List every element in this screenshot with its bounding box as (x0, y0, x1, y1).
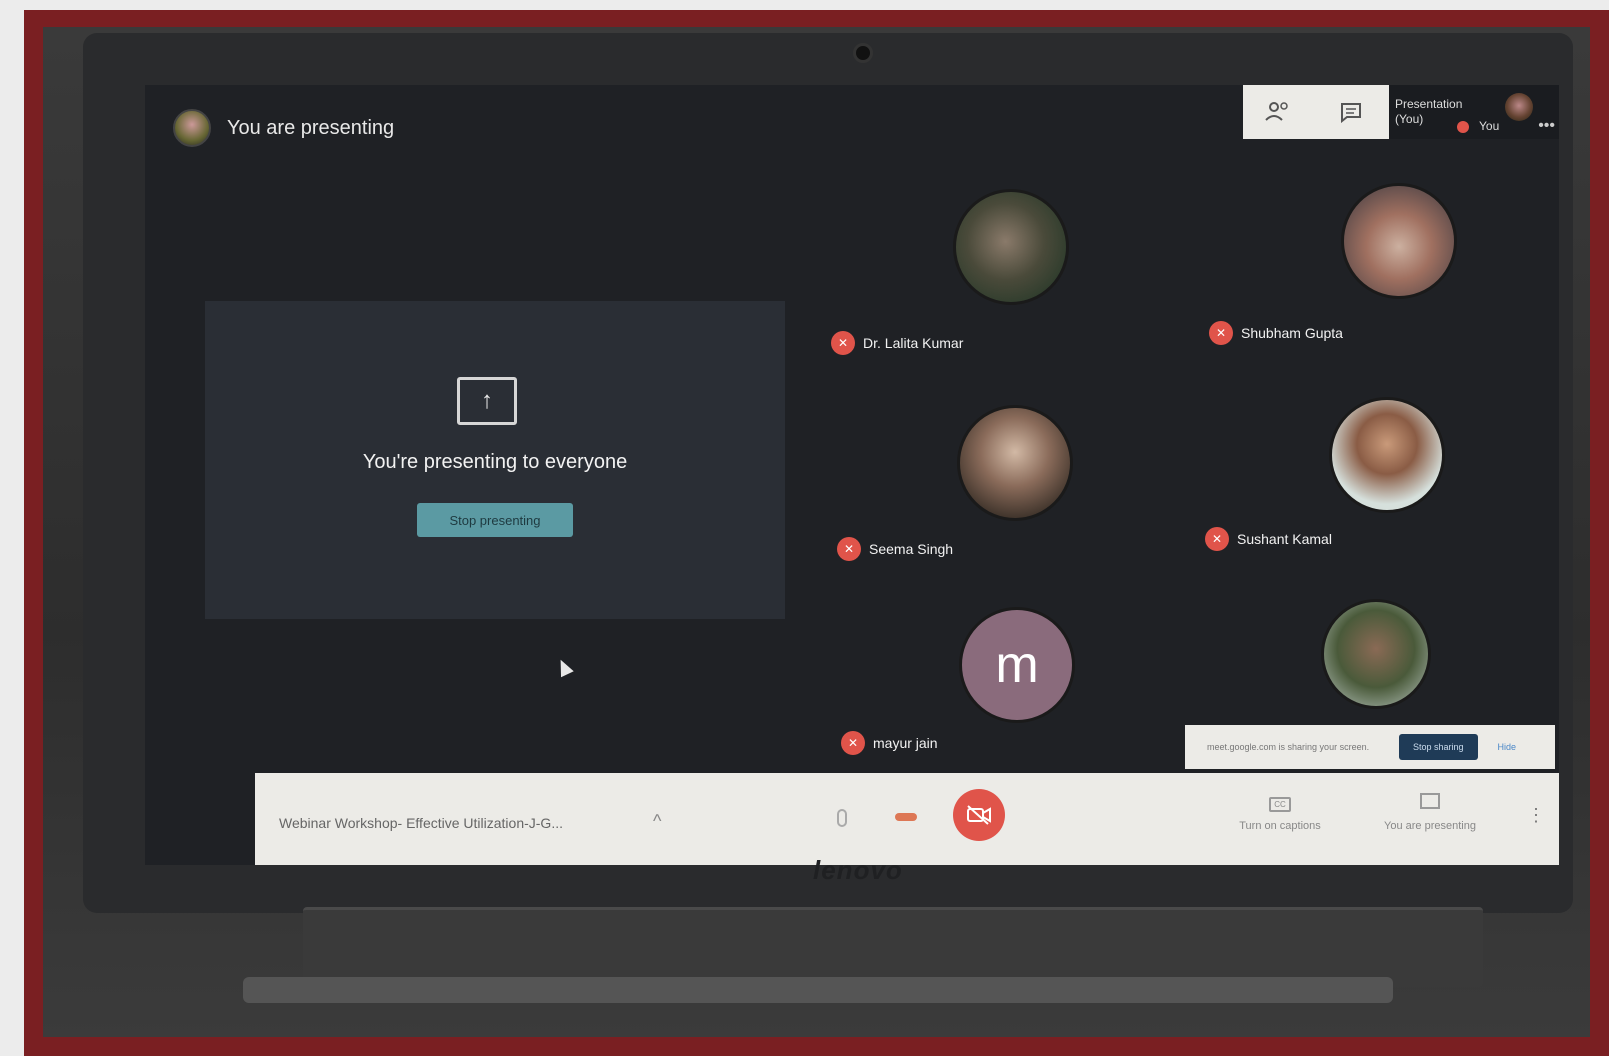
stop-sharing-button[interactable]: Stop sharing (1399, 734, 1478, 760)
avatar (1321, 599, 1431, 709)
avatar (1505, 93, 1533, 121)
present-now-button[interactable]: You are presenting (1365, 793, 1495, 832)
mute-icon (1457, 121, 1469, 133)
photo-frame: You are presenting Presentation (You) Yo… (24, 10, 1609, 1056)
chat-button[interactable] (1313, 85, 1389, 139)
meeting-title[interactable]: Webinar Workshop- Effective Utilization-… (279, 815, 563, 831)
camera-off-button[interactable] (953, 789, 1005, 841)
self-tile-label: You (1479, 119, 1500, 133)
stop-presenting-button[interactable]: Stop presenting (417, 503, 573, 537)
webcam-icon (853, 43, 873, 63)
chevron-up-icon[interactable]: ^ (653, 811, 661, 832)
page-title: You are presenting (227, 116, 395, 139)
presentation-tile[interactable]: Presentation (You) (1389, 85, 1475, 139)
chat-icon (1341, 103, 1361, 123)
participant-name: Shubham Gupta (1241, 325, 1343, 341)
meet-screen: You are presenting Presentation (You) Yo… (145, 85, 1559, 865)
photo-inner: You are presenting Presentation (You) Yo… (43, 27, 1590, 1037)
participant-name: Dr. Lalita Kumar (863, 335, 964, 351)
present-screen-icon: ↑ (457, 377, 517, 425)
avatar (957, 405, 1073, 521)
mic-icon[interactable] (837, 809, 847, 827)
avatar (173, 109, 211, 147)
laptop-keyboard-deck (303, 907, 1483, 987)
captions-button[interactable]: CC Turn on captions (1225, 797, 1335, 832)
participant-name: Seema Singh (869, 541, 954, 557)
presenting-message: You're presenting to everyone (362, 451, 628, 473)
mic-off-icon: ✕ (1209, 321, 1233, 345)
laptop-hinge (243, 977, 1393, 1003)
avatar (953, 189, 1069, 305)
participant-name: mayur jain (873, 735, 938, 751)
more-options-icon[interactable]: ⋮ (1527, 805, 1545, 826)
mic-off-icon: ✕ (831, 331, 855, 355)
people-button[interactable] (1243, 85, 1313, 139)
presenting-header: You are presenting (173, 109, 394, 147)
mic-off-icon: ✕ (841, 731, 865, 755)
participant-name: Sushant Kamal (1237, 531, 1332, 547)
mic-off-icon: ✕ (1205, 527, 1229, 551)
hang-up-icon[interactable] (895, 813, 917, 821)
hide-link[interactable]: Hide (1478, 742, 1517, 752)
bottom-toolbar: Webinar Workshop- Effective Utilization-… (255, 773, 1559, 865)
people-icon (1265, 102, 1288, 121)
captions-icon: CC (1269, 797, 1291, 812)
presentation-panel: ↑ You're presenting to everyone Stop pre… (205, 301, 785, 619)
top-right-controls: Presentation (You) You ••• (1243, 85, 1559, 139)
screen-share-notice: meet.google.com is sharing your screen. … (1185, 725, 1555, 769)
avatar: m (959, 607, 1075, 723)
share-message: meet.google.com is sharing your screen. (1207, 742, 1370, 752)
present-screen-icon (1420, 793, 1440, 809)
more-options-icon[interactable]: ••• (1538, 117, 1555, 135)
laptop-brand-logo: lenovo (813, 855, 903, 885)
captions-label: Turn on captions (1239, 820, 1321, 832)
mouse-cursor-icon (554, 656, 574, 678)
mic-off-icon: ✕ (837, 537, 861, 561)
present-label: You are presenting (1384, 820, 1476, 832)
avatar (1341, 183, 1457, 299)
camera-off-icon (967, 805, 991, 825)
avatar (1329, 397, 1445, 513)
self-tile[interactable]: You ••• (1475, 85, 1559, 139)
laptop-bezel: You are presenting Presentation (You) Yo… (83, 33, 1573, 913)
